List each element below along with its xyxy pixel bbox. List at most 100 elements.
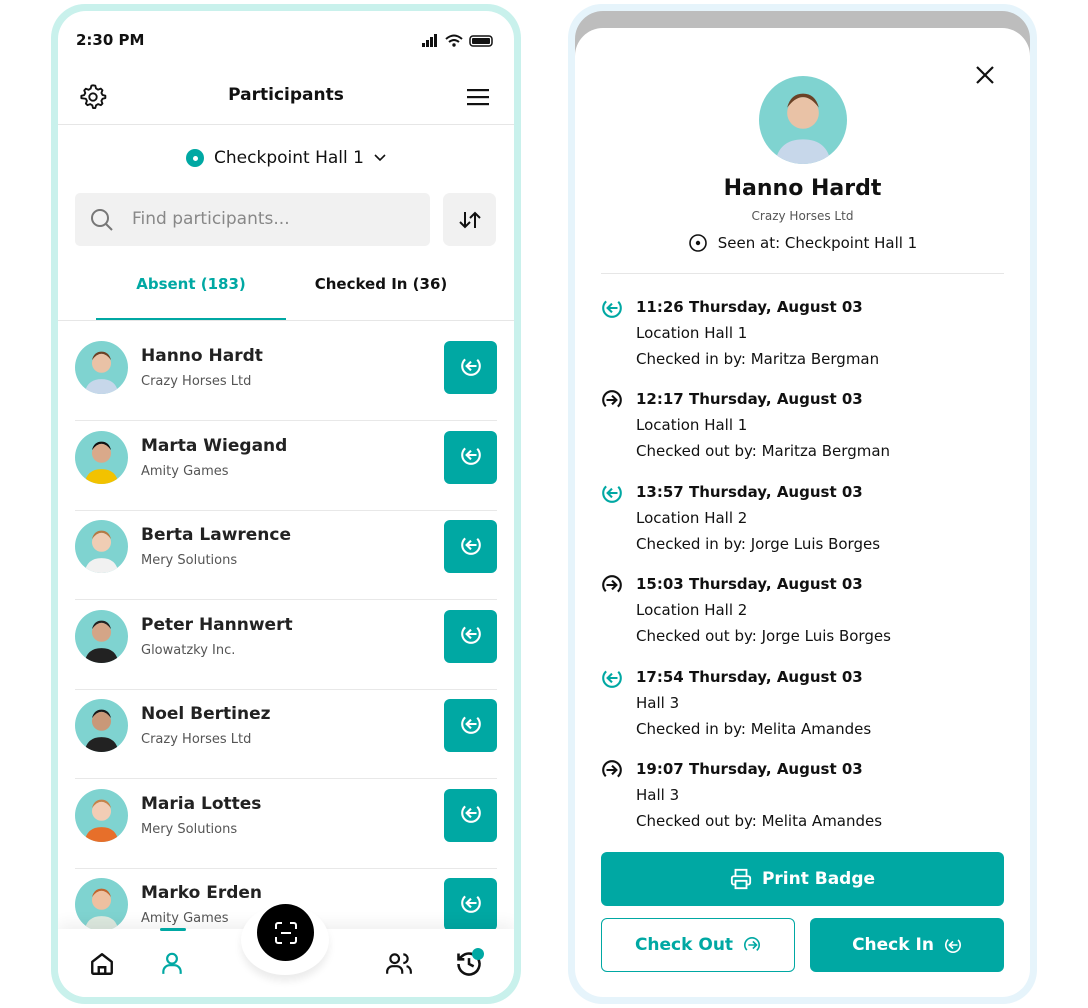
print-badge-button[interactable]: Print Badge — [601, 852, 1004, 906]
check-in-icon — [460, 444, 482, 470]
event-location: Location Hall 2 — [636, 601, 748, 620]
participant-name: Peter Hannwert — [141, 614, 293, 635]
check-in-icon — [601, 297, 623, 319]
participant-company: Crazy Horses Ltd — [141, 374, 252, 389]
participant-name: Marta Wiegand — [141, 435, 288, 456]
chevron-down-icon — [374, 154, 386, 162]
check-in-button[interactable] — [444, 341, 497, 394]
event-location: Location Hall 2 — [636, 508, 748, 527]
participant-row[interactable]: Berta Lawrence Mery Solutions — [75, 510, 497, 600]
check-in-icon — [460, 623, 482, 649]
tab-absent[interactable]: Absent (183) — [96, 275, 286, 293]
check-in-button[interactable]: Check In — [810, 918, 1004, 972]
event-time: 13:57 Thursday, August 03 — [636, 482, 863, 501]
print-badge-label: Print Badge — [761, 869, 876, 889]
search-icon — [91, 209, 113, 231]
check-in-button[interactable] — [444, 430, 497, 484]
event-time: 12:17 Thursday, August 03 — [636, 390, 863, 409]
check-out-button[interactable]: Check Out — [601, 918, 795, 972]
event-by: Checked in by: Jorge Luis Borges — [636, 534, 881, 553]
event-time: 15:03 Thursday, August 03 — [636, 575, 863, 594]
check-out-icon — [601, 574, 623, 596]
participant-row[interactable]: Noel Bertinez Crazy Horses Ltd — [75, 689, 497, 779]
tab-checked-in[interactable]: Checked In (36) — [286, 275, 476, 293]
check-in-icon — [460, 713, 482, 739]
participant-row[interactable]: Marta Wiegand Amity Games — [75, 421, 497, 511]
event-by: Checked out by: Melita Amandes — [636, 812, 883, 830]
participant-name: Marko Erden — [141, 883, 263, 903]
participant-name: Maria Lottes — [141, 793, 262, 814]
check-in-button[interactable] — [444, 609, 497, 663]
detail-avatar — [759, 76, 847, 164]
participant-company: Mery Solutions — [141, 821, 238, 837]
seen-at-label: Seen at: Checkpoint Hall 1 — [717, 234, 918, 252]
participant-row[interactable]: Hanno Hardt Crazy Horses Ltd — [75, 331, 497, 421]
avatar — [75, 430, 128, 484]
check-in-icon — [601, 482, 623, 504]
event-by: Checked in by: Maritza Bergman — [636, 350, 880, 368]
location-target-icon — [688, 234, 707, 252]
search-placeholder: Find participants... — [132, 209, 290, 229]
check-out-icon — [744, 936, 761, 954]
event-location: Location Hall 1 — [636, 324, 748, 342]
check-out-icon — [601, 389, 623, 411]
check-in-icon — [460, 802, 482, 828]
seen-at: Seen at: Checkpoint Hall 1 — [575, 233, 1030, 253]
checkpoint-dot-icon — [186, 149, 205, 167]
participant-company: Amity Games — [141, 911, 229, 926]
event-time: 19:07 Thursday, August 03 — [636, 760, 863, 778]
check-in-button[interactable] — [444, 699, 497, 752]
event-by: Checked out by: Maritza Bergman — [636, 442, 891, 461]
participant-row[interactable]: Maria Lottes Mery Solutions — [75, 779, 497, 869]
check-in-button[interactable] — [444, 520, 497, 573]
participant-row[interactable]: Peter Hannwert Glowatzky Inc. — [75, 600, 497, 690]
close-icon[interactable] — [976, 66, 994, 84]
people-icon[interactable] — [385, 950, 413, 976]
avatar — [75, 609, 128, 663]
scan-button[interactable] — [257, 904, 314, 961]
participant-company: Amity Games — [141, 463, 229, 479]
check-in-icon — [460, 892, 482, 918]
menu-icon[interactable] — [467, 87, 491, 107]
page-title: Participants — [228, 85, 344, 105]
event-by: Checked out by: Jorge Luis Borges — [636, 627, 891, 646]
event-location: Hall 3 — [636, 693, 680, 712]
avatar — [75, 788, 128, 842]
participant-company: Glowatzky Inc. — [141, 642, 236, 658]
avatar — [75, 341, 128, 394]
participant-company: Mery Solutions — [141, 553, 238, 568]
event-location: Hall 3 — [636, 786, 680, 804]
sort-arrows-icon — [458, 211, 481, 228]
search-input[interactable]: Find participants... — [75, 193, 430, 246]
status-time: 2:30 PM — [76, 31, 145, 49]
check-in-label: Check In — [852, 935, 934, 955]
detail-name: Hanno Hardt — [723, 176, 882, 201]
event-time: 17:54 Thursday, August 03 — [636, 667, 863, 686]
notification-dot — [472, 948, 484, 960]
event-time: 11:26 Thursday, August 03 — [636, 298, 863, 316]
check-in-icon — [460, 355, 482, 381]
participant-name: Berta Lawrence — [141, 525, 292, 545]
checkpoint-selector[interactable]: Checkpoint Hall 1 — [58, 148, 514, 168]
event-location: Location Hall 1 — [636, 416, 748, 435]
avatar — [75, 699, 128, 752]
check-in-button[interactable] — [444, 878, 497, 931]
check-out-icon — [601, 759, 623, 781]
participants-phone: 2:30 PM Participants Checkpoint Hall 1 F… — [51, 4, 521, 1004]
participant-company: Crazy Horses Ltd — [141, 732, 252, 747]
check-in-button[interactable] — [444, 788, 497, 842]
event-by: Checked in by: Melita Amandes — [636, 719, 872, 738]
sort-button[interactable] — [443, 193, 496, 246]
status-icons — [422, 34, 493, 47]
detail-company: Crazy Horses Ltd — [751, 209, 854, 223]
avatar — [75, 878, 128, 931]
avatar — [75, 520, 128, 573]
person-icon[interactable] — [159, 950, 185, 976]
check-out-label: Check Out — [634, 935, 734, 955]
scan-icon — [274, 921, 297, 944]
home-icon[interactable] — [89, 951, 115, 977]
participant-detail-sheet: Hanno Hardt Crazy Horses Ltd Seen at: Ch… — [568, 4, 1037, 1004]
participant-name: Hanno Hardt — [141, 346, 263, 366]
check-in-icon — [460, 534, 482, 560]
check-in-icon — [601, 667, 623, 689]
